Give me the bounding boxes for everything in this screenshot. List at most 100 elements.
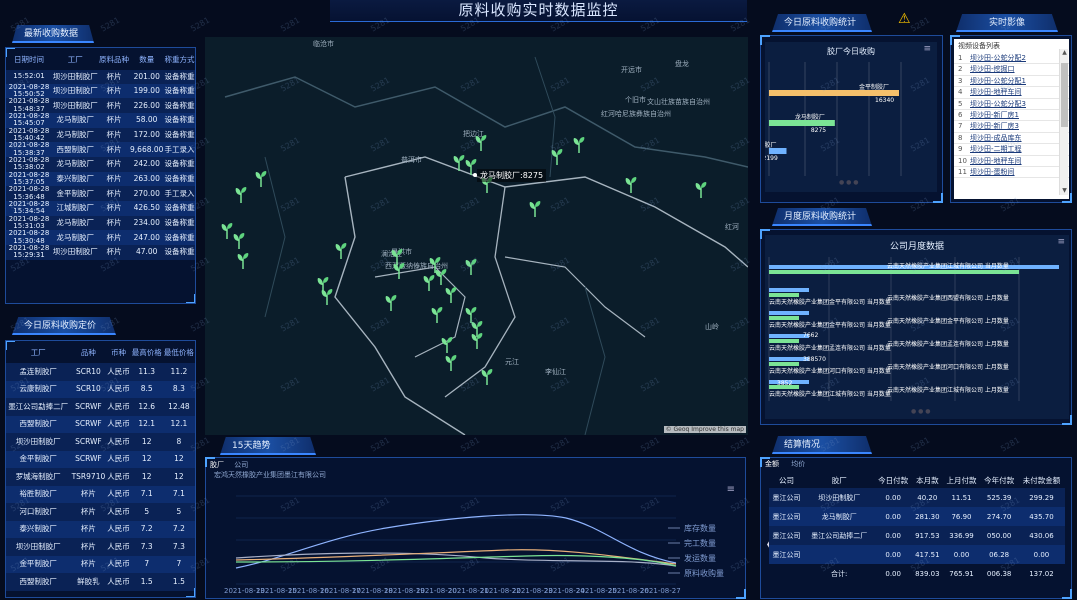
latest-header: 称重方式	[164, 54, 195, 64]
factory-marker-icon[interactable]	[431, 307, 443, 323]
price-cell: 7.1	[172, 489, 185, 499]
factory-marker-icon[interactable]	[233, 233, 245, 249]
video-list-scrollbar[interactable]: ▲ ▼	[1059, 49, 1068, 195]
latest-cell: 270.00	[133, 188, 160, 198]
video-device-label: 坝沙田-地秤车间	[970, 88, 1022, 97]
video-device-item[interactable]: 10 坝沙田-地秤车间	[954, 156, 1069, 167]
table-row[interactable]: 泰兴制胶厂 杯片 人民币 7.2 7.2	[6, 520, 195, 538]
factory-marker-icon[interactable]	[453, 155, 465, 171]
video-device-item[interactable]: 5 坝沙田-公蛇分配3	[954, 99, 1069, 110]
latest-header: 日期时间	[14, 54, 44, 64]
video-list-title: 视频设备列表	[958, 42, 1000, 50]
factory-marker-icon[interactable]	[445, 355, 457, 371]
price-cell: 12.1	[138, 419, 156, 429]
map-place-label: 盘龙	[675, 60, 689, 68]
monthly-bar[interactable]	[769, 339, 799, 343]
factory-marker-icon[interactable]	[423, 275, 435, 291]
latest-cell: 201.00	[133, 71, 160, 81]
factory-marker-icon[interactable]	[221, 223, 233, 239]
video-device-index: 8	[958, 133, 963, 142]
monthly-bar[interactable]	[769, 316, 799, 320]
table-row[interactable]: 2021-08-28 15:36:48 金平制胶厂 杯片 270.00 手工录入	[6, 186, 195, 201]
video-device-label: 坝沙田-公蛇分配3	[970, 99, 1026, 108]
latest-cell: 242.00	[133, 159, 160, 169]
table-row[interactable]: 15:52:01 坝沙田制胶厂 杯片 201.00 设备称重	[6, 70, 195, 84]
table-row[interactable]: 孟连制胶厂 SCR10 人民币 11.3 11.2	[6, 363, 195, 381]
price-cell: SCRWF	[75, 454, 102, 464]
table-row[interactable]: 墨江公司 墨江公司勐捧二厂 0.00 917.53 336.99 050.00 430.06	[769, 526, 1065, 545]
monthly-bar[interactable]	[769, 288, 809, 292]
price-header: 工厂	[30, 347, 46, 357]
video-device-item[interactable]: 1 坝沙田-公蛇分配2	[954, 53, 1069, 65]
factory-marker-icon[interactable]	[481, 369, 493, 385]
table-row[interactable]: 2021-08-28 15:38:02 龙马制胶厂 杯片 242.00 设备称重	[6, 156, 195, 172]
table-row[interactable]: 2021-08-28 15:40:42 龙马制胶厂 杯片 172.00 设备称重	[6, 127, 195, 143]
latest-cell: 西盟制胶厂	[56, 144, 94, 154]
table-row[interactable]: 2021-08-28 15:29:31 坝沙田制胶厂 杯片 47.00 设备称重	[6, 245, 195, 260]
price-cell: 泰兴制胶厂	[19, 524, 57, 534]
map-place-label: 元江	[505, 358, 519, 366]
map-place-label: 临沧市	[313, 40, 334, 48]
trend-legend-item[interactable]: 发运数量	[684, 553, 716, 563]
table-row[interactable]: 2021-08-28 15:48:37 坝沙田制胶厂 杯片 226.00 设备称重	[6, 98, 195, 113]
factory-marker-icon[interactable]	[321, 289, 333, 305]
video-device-item[interactable]: 11 坝沙田-蛋粉间	[954, 167, 1069, 179]
table-row[interactable]: 2021-08-28 15:45:07 龙马制胶厂 杯片 58.00 设备称重	[6, 112, 195, 128]
table-row[interactable]: 2021-08-28 15:31:03 龙马制胶厂 杯片 234.00 设备称重	[6, 215, 195, 231]
price-cell: SCR10	[76, 366, 101, 376]
tab-amount[interactable]: 金额	[765, 460, 779, 468]
factory-marker-icon[interactable]	[237, 253, 249, 269]
watermark: 5281	[909, 435, 932, 454]
settlement-panel: 金额 均价 ❮ ❯ 公司 胶厂 今日付款 本月款 上月付款 今年付款 未付款金额 墨江公司坝…	[760, 457, 1072, 599]
factory-marker-icon[interactable]	[625, 177, 637, 193]
table-row[interactable]: 坝沙田制胶厂 杯片 人民币 7.3 7.3	[6, 538, 195, 556]
table-row[interactable]: 罗城海制胶厂 TSR9710 人民币 12 12	[6, 468, 195, 486]
monthly-right-label: 云南天然橡胶产业集团江城有限公司 上月数量	[887, 386, 1009, 394]
page-title: 原料收购实时数据监控	[458, 1, 619, 19]
price-cell: 孟连制胶厂	[19, 366, 57, 376]
table-row[interactable]: 2021-08-28 15:30:48 龙马制胶厂 杯片 247.00 设备称重	[6, 230, 195, 246]
tab-avg-price[interactable]: 均价	[791, 460, 805, 468]
factory-marker-icon[interactable]	[385, 295, 397, 311]
video-device-label: 坝沙田-挖掘口	[970, 65, 1015, 74]
video-device-item[interactable]: 6 坝沙田-新厂房1	[954, 110, 1069, 122]
video-device-list: 视频设备列表 1 坝沙田-公蛇分配2 2 坝沙田-挖掘口 3 坝沙田-公蛇分配1 4 坝沙田-…	[954, 39, 1069, 199]
factory-marker-icon[interactable]	[695, 182, 707, 198]
factory-marker-icon[interactable]	[445, 287, 457, 303]
settlement-cell: 墨江公司	[772, 493, 801, 502]
table-row[interactable]: 墨江公司勐捧二厂 SCRWF 人民币 12.6 12.48	[6, 398, 195, 416]
monthly-bar[interactable]	[769, 293, 799, 297]
settlement-total-cell: 765.91	[949, 569, 974, 578]
factory-marker-icon[interactable]	[441, 337, 453, 353]
trend-legend-item[interactable]: 原料收购量	[684, 568, 724, 578]
factory-marker-icon[interactable]	[435, 269, 447, 285]
monthly-right-label: 云南天然橡胶产业集团金平有限公司 上月数量	[887, 317, 1009, 325]
map-attribution[interactable]: © Geoq Improve this map	[663, 426, 746, 433]
price-cell: 12	[141, 471, 152, 481]
table-row[interactable]: 西盟制胶厂 鲜胶乳 人民币 1.5 1.5	[6, 573, 195, 591]
video-device-item[interactable]: 2 坝沙田-挖掘口	[954, 64, 1069, 76]
price-cell: 人民币	[107, 419, 130, 429]
video-device-item[interactable]: 7 坝沙田-新厂房3	[954, 121, 1069, 133]
table-row[interactable]: 西盟制胶厂 SCRWF 人民币 12.1 12.1	[6, 415, 195, 433]
carousel-dots[interactable]: ● ● ●	[839, 179, 859, 186]
monthly-bar[interactable]	[769, 362, 799, 366]
price-cell: 杯片	[80, 524, 96, 534]
factory-marker-icon[interactable]	[335, 243, 347, 259]
factory-marker-icon[interactable]	[235, 187, 247, 203]
monthly-bar[interactable]	[769, 311, 809, 315]
monthly-carousel-dots[interactable]: ● ● ●	[911, 408, 931, 415]
factory-marker-icon[interactable]	[255, 171, 267, 187]
factory-marker-icon[interactable]	[471, 333, 483, 349]
table-row[interactable]: 裕胜制胶厂 杯片 人民币 7.1 7.1	[6, 485, 195, 503]
trend-legend-item[interactable]: 完工数量	[684, 538, 716, 548]
monthly-bar[interactable]	[769, 270, 1019, 274]
factory-marker-icon[interactable]	[529, 201, 541, 217]
factory-marker-icon[interactable]	[393, 263, 405, 279]
latest-cell: 设备称重	[164, 218, 195, 228]
factory-marker-icon[interactable]	[573, 137, 585, 153]
trend-legend-item[interactable]: 库存数量	[684, 523, 716, 533]
table-row[interactable]: 金平制胶厂 SCRWF 人民币 12 12	[6, 450, 195, 468]
table-row[interactable]: 2021-08-28 15:37:05 泰兴制胶厂 杯片 263.00 设备称重	[6, 171, 195, 187]
price-cell: 坝沙田制胶厂	[15, 541, 61, 551]
